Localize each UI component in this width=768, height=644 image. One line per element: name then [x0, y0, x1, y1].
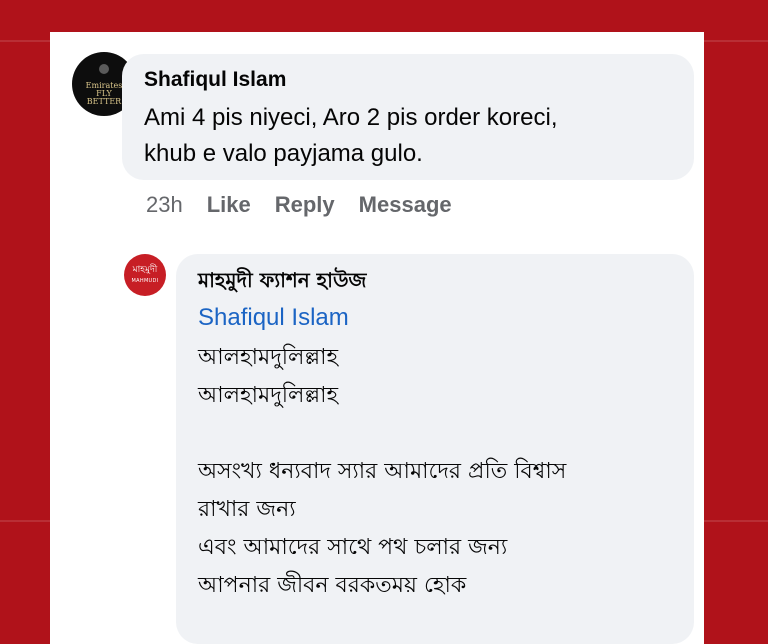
like-button[interactable]: Like — [207, 192, 251, 218]
comment-text-line: Ami 4 pis niyeci, Aro 2 pis order koreci… — [144, 104, 558, 131]
reply-author-name[interactable]: মাহমুদী ফ্যাশন হাউজ — [198, 266, 366, 299]
reply-text-line: আলহামদুলিল্লাহ — [198, 383, 339, 408]
reply-text-line: আপনার জীবন বরকতময় হোক — [198, 573, 467, 598]
reply-text-line: আলহামদুলিল্লাহ — [198, 345, 339, 370]
comment-author-name[interactable]: Shafiqul Islam — [144, 68, 286, 92]
mention-link[interactable]: Shafiqul Islam — [198, 304, 349, 332]
page-avatar-logo-text: মাহমুদী — [132, 265, 158, 275]
comment-card: Emirates FLY BETTER Shafiqul Islam Ami 4… — [50, 32, 704, 644]
comment-actions: 23h Like Reply Message — [146, 192, 452, 218]
message-button[interactable]: Message — [359, 192, 452, 218]
page-avatar-sub-text: MAHMUDI — [131, 278, 159, 284]
comment-text: Ami 4 pis niyeci, Aro 2 pis order koreci… — [144, 100, 684, 172]
reply-text-line: অসংখ্য ধন্যবাদ স্যার আমাদের প্রতি বিশ্বা… — [198, 459, 567, 484]
reply-button[interactable]: Reply — [275, 192, 335, 218]
comment-timestamp[interactable]: 23h — [146, 192, 183, 218]
reply-bubble: মাহমুদী ফ্যাশন হাউজ Shafiqul Islam আলহাম… — [176, 254, 694, 644]
comment-text-line: khub e valo payjama gulo. — [144, 140, 423, 167]
crest-icon — [99, 64, 109, 74]
reply-text-line: রাখার জন্য — [198, 497, 296, 522]
reply-text-line: এবং আমাদের সাথে পথ চলার জন্য — [198, 535, 508, 560]
comment-bubble: Shafiqul Islam Ami 4 pis niyeci, Aro 2 p… — [122, 54, 694, 180]
page-avatar[interactable]: মাহমুদী MAHMUDI — [124, 254, 166, 296]
